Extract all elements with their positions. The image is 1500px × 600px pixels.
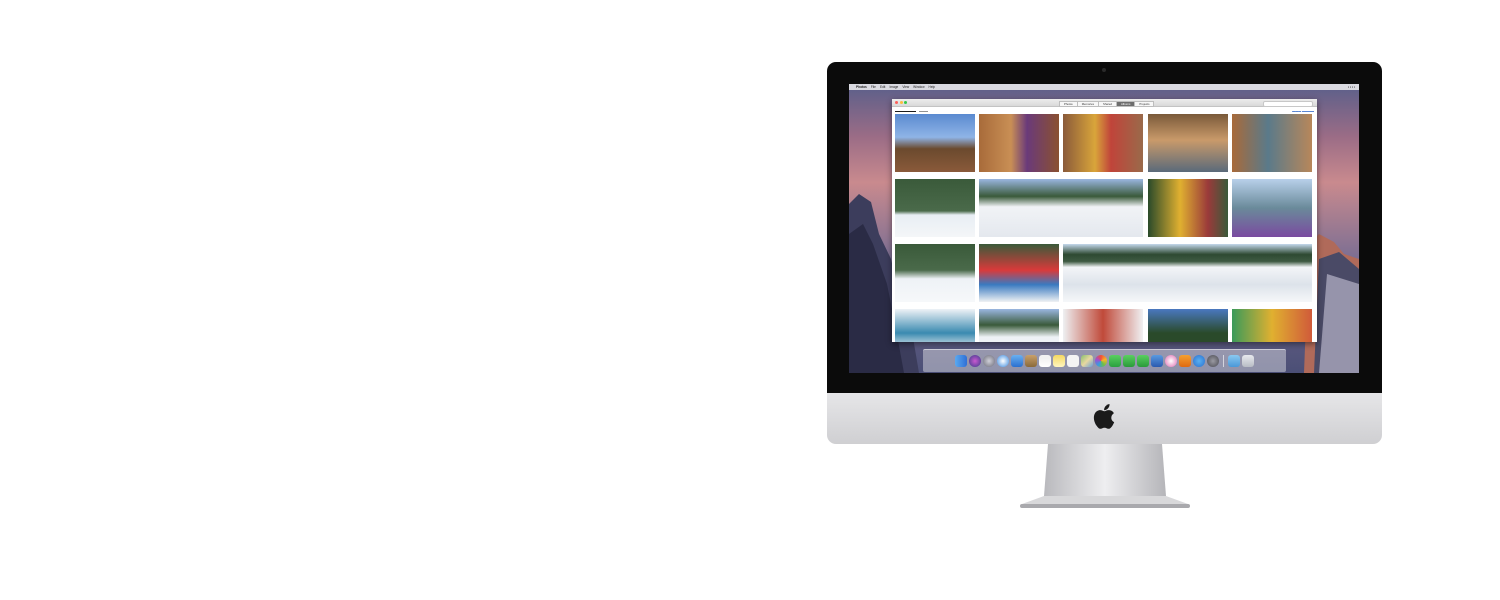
- notes-icon[interactable]: [1053, 355, 1065, 367]
- photo-thumbnail[interactable]: [979, 179, 1143, 237]
- photo-thumbnail[interactable]: [895, 114, 975, 172]
- menu-bar: Photos File Edit Image View Window Help …: [849, 84, 1359, 90]
- menu-view[interactable]: View: [902, 85, 909, 89]
- tab-projects[interactable]: Projects: [1134, 100, 1155, 107]
- dock-separator: [1223, 355, 1224, 367]
- album-actions[interactable]: ▬▬▬ ▬▬▬▬: [1292, 109, 1314, 113]
- facetime-icon[interactable]: [1123, 355, 1135, 367]
- menu-file[interactable]: File: [871, 85, 876, 89]
- search-field[interactable]: [1263, 100, 1313, 107]
- camera-icon: [1102, 68, 1106, 72]
- keynote-icon[interactable]: [1151, 355, 1163, 367]
- tab-memories[interactable]: Memories: [1076, 100, 1099, 107]
- calendar-icon[interactable]: [1039, 355, 1051, 367]
- close-window-button[interactable]: [895, 101, 898, 104]
- messages-icon[interactable]: [1109, 355, 1121, 367]
- photo-thumbnail[interactable]: [1148, 179, 1228, 237]
- photo-thumbnail[interactable]: [895, 179, 975, 237]
- launchpad-icon[interactable]: [983, 355, 995, 367]
- itunes-icon[interactable]: [1165, 355, 1177, 367]
- window-titlebar: Photos Memories Shared Albums Projects: [892, 99, 1317, 107]
- status-icons: ▪ ▪ ▪ ▪: [1347, 85, 1355, 89]
- tab-shared[interactable]: Shared: [1098, 100, 1118, 107]
- imac-stand: [1020, 444, 1190, 508]
- photo-thumbnail[interactable]: [1063, 114, 1143, 172]
- menu-window[interactable]: Window: [913, 85, 924, 89]
- photos-icon[interactable]: [1095, 355, 1107, 367]
- minimize-window-button[interactable]: [899, 101, 903, 104]
- numbers-icon[interactable]: [1137, 355, 1149, 367]
- menu-image[interactable]: Image: [889, 85, 898, 89]
- view-tabs: Photos Memories Shared Albums Projects: [1059, 100, 1155, 107]
- safari-icon[interactable]: [997, 355, 1009, 367]
- maps-icon[interactable]: [1081, 355, 1093, 367]
- photo-thumbnail[interactable]: [979, 244, 1059, 302]
- appstore-icon[interactable]: [1193, 355, 1205, 367]
- photo-thumbnail[interactable]: [1232, 309, 1312, 342]
- menu-app-name[interactable]: Photos: [856, 85, 867, 89]
- menu-edit[interactable]: Edit: [880, 85, 886, 89]
- photo-thumbnail[interactable]: [1063, 244, 1312, 302]
- imac-screen: Photos File Edit Image View Window Help …: [849, 84, 1359, 373]
- photo-thumbnail[interactable]: [895, 244, 975, 302]
- tab-albums[interactable]: Albums: [1116, 100, 1136, 107]
- downloads-folder-icon[interactable]: [1228, 355, 1240, 367]
- contacts-icon[interactable]: [1025, 355, 1037, 367]
- photo-grid: [895, 114, 1315, 342]
- trash-icon[interactable]: [1242, 355, 1254, 367]
- siri-icon[interactable]: [969, 355, 981, 367]
- photo-thumbnail[interactable]: [979, 114, 1059, 172]
- reminders-icon[interactable]: [1067, 355, 1079, 367]
- photo-thumbnail[interactable]: [1063, 309, 1143, 342]
- photo-thumbnail[interactable]: [979, 309, 1059, 342]
- apple-logo-icon: [1093, 404, 1115, 429]
- photos-window: Photos Memories Shared Albums Projects ▬…: [892, 99, 1317, 342]
- album-date: ▬▬▬: [919, 108, 928, 113]
- menu-help[interactable]: Help: [929, 85, 936, 89]
- zoom-window-button[interactable]: [904, 101, 908, 104]
- photo-thumbnail[interactable]: [1148, 114, 1228, 172]
- system-preferences-icon[interactable]: [1207, 355, 1219, 367]
- photo-thumbnail[interactable]: [1232, 114, 1312, 172]
- album-title: ▬▬▬▬▬▬▬: [895, 108, 916, 113]
- photo-thumbnail[interactable]: [895, 309, 975, 342]
- album-header: ▬▬▬▬▬▬▬ ▬▬▬ ▬▬▬ ▬▬▬▬: [892, 107, 1317, 114]
- photo-thumbnail[interactable]: [1148, 309, 1228, 342]
- ibooks-icon[interactable]: [1179, 355, 1191, 367]
- tab-photos[interactable]: Photos: [1059, 100, 1078, 107]
- finder-icon[interactable]: [955, 355, 967, 367]
- mail-icon[interactable]: [1011, 355, 1023, 367]
- photo-thumbnail[interactable]: [1232, 179, 1312, 237]
- dock: [923, 349, 1286, 372]
